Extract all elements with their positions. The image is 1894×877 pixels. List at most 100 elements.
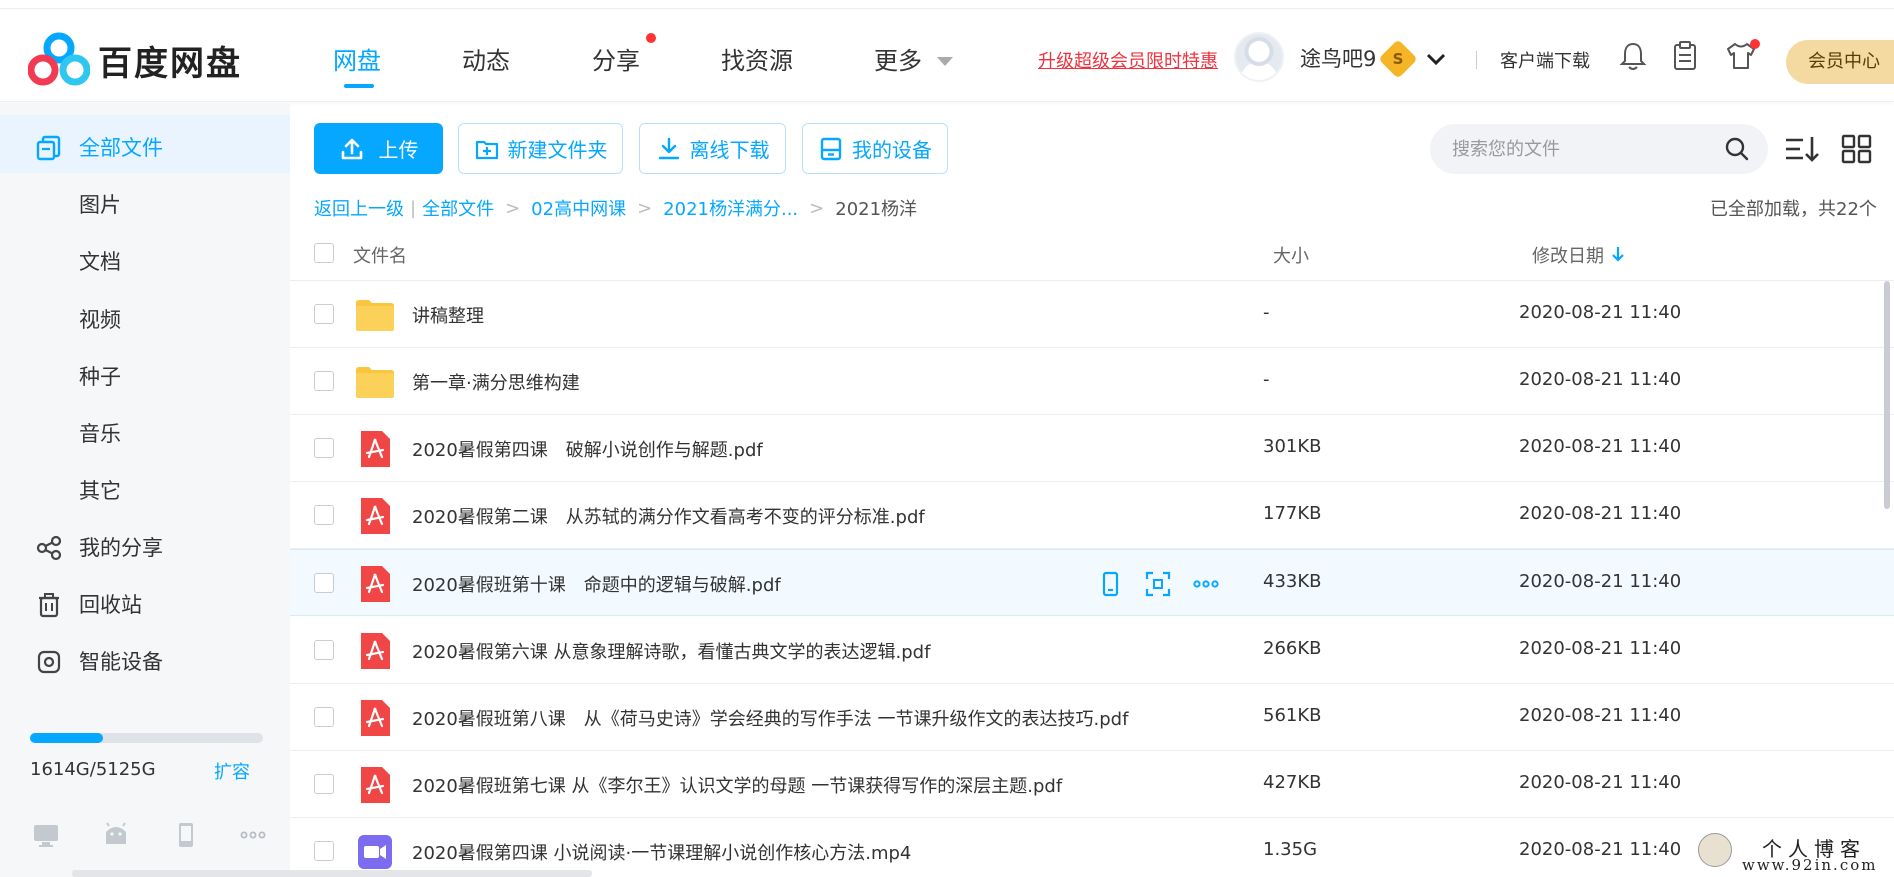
table-row[interactable]: 2020暑假第四课 破解小说创作与解题.pdf 301KB 2020-08-21… [290, 415, 1894, 482]
more-actions-icon[interactable] [1192, 570, 1220, 598]
sort-desc-arrow-icon[interactable] [1611, 245, 1625, 263]
sidebar-item-my-shares[interactable]: 我的分享 [79, 532, 163, 562]
storage-quota-fill [30, 733, 104, 743]
table-row[interactable]: 2020暑假第四课 小说阅读·一节课理解小说创作核心方法.mp4 1.35G 2… [290, 818, 1894, 877]
logo[interactable]: 百度网盘 [28, 32, 242, 88]
row-checkbox[interactable] [314, 371, 334, 391]
sidebar-item-all-files[interactable]: 全部文件 [79, 132, 163, 162]
file-name[interactable]: 2020暑假第四课 小说阅读·一节课理解小说创作核心方法.mp4 [412, 839, 911, 865]
new-folder-button[interactable]: 新建文件夹 [458, 123, 623, 174]
nav-share[interactable]: 分享 [592, 41, 640, 76]
table-row[interactable]: 2020暑假第二课 从苏轼的满分作文看高考不变的评分标准.pdf 177KB 2… [290, 482, 1894, 549]
file-name[interactable]: 第一章·满分思维构建 [412, 369, 580, 395]
file-name[interactable]: 2020暑假班第八课 从《荷马史诗》学会经典的写作手法 一节课升级作文的表达技巧… [412, 705, 1128, 731]
android-icon[interactable] [101, 820, 131, 850]
row-checkbox[interactable] [314, 573, 334, 593]
column-header-name[interactable]: 文件名 [353, 242, 407, 268]
my-devices-button[interactable]: 我的设备 [802, 123, 948, 174]
sidebar-item-smart-devices[interactable]: 智能设备 [79, 646, 163, 676]
top-edge [0, 0, 1894, 9]
nav-netdisk[interactable]: 网盘 [333, 41, 381, 76]
breadcrumb-item[interactable]: 02高中网课 [531, 195, 626, 221]
file-name[interactable]: 2020暑假第六课 从意象理解诗歌，看懂古典文学的表达逻辑.pdf [412, 638, 930, 664]
storage-quota-bar [30, 733, 263, 743]
select-all-checkbox[interactable] [314, 243, 334, 263]
sidebar-item-other[interactable]: 其它 [79, 475, 121, 505]
file-size: 427KB [1263, 772, 1322, 793]
table-row[interactable]: 第一章·满分思维构建 - 2020-08-21 11:40 [290, 348, 1894, 415]
blog-watermark: 个人博客 www.92in.com [1698, 833, 1894, 877]
row-checkbox[interactable] [314, 438, 334, 458]
file-modified-date: 2020-08-21 11:40 [1519, 705, 1682, 726]
vip-badge-label: S [1392, 50, 1404, 68]
breadcrumb-item[interactable]: 2021杨洋满分... [663, 195, 798, 221]
sidebar-item-images[interactable]: 图片 [79, 189, 121, 219]
table-row[interactable]: 2020暑假班第七课 从《李尔王》认识文学的母题 一节课获得写作的深层主题.pd… [290, 751, 1894, 818]
nav-activity[interactable]: 动态 [462, 41, 510, 76]
nav-more-caret-icon[interactable] [937, 57, 953, 66]
breadcrumb-back-link[interactable]: 返回上一级 [314, 195, 404, 221]
scan-share-icon[interactable] [1144, 570, 1172, 598]
phone-icon[interactable] [171, 820, 201, 850]
file-name[interactable]: 2020暑假班第十课 命题中的逻辑与破解.pdf [412, 571, 781, 597]
pdf-file-icon [361, 566, 390, 602]
member-center-button[interactable]: 会员中心 [1786, 40, 1894, 84]
file-name[interactable]: 2020暑假班第七课 从《李尔王》认识文学的母题 一节课获得写作的深层主题.pd… [412, 772, 1062, 798]
row-checkbox[interactable] [314, 707, 334, 727]
file-size: 177KB [1263, 503, 1322, 524]
row-checkbox[interactable] [314, 505, 334, 525]
file-size: 266KB [1263, 638, 1322, 659]
expand-storage-link[interactable]: 扩容 [214, 758, 250, 784]
search-input[interactable] [1452, 124, 1712, 174]
send-to-phone-icon[interactable] [1096, 570, 1124, 598]
sort-list-icon[interactable] [1783, 132, 1821, 166]
sidebar-item-recycle-bin[interactable]: 回收站 [79, 589, 142, 619]
breadcrumb-all-files-link[interactable]: 全部文件 [422, 195, 494, 221]
vip-promo-link[interactable]: 升级超级会员限时特惠 [1038, 47, 1218, 73]
clipboard-icon[interactable] [1668, 39, 1702, 73]
sidebar-item-torrents[interactable]: 种子 [79, 361, 121, 391]
horizontal-scrollbar[interactable] [72, 870, 592, 877]
upload-button-label: 上传 [378, 138, 419, 162]
smart-device-icon [37, 650, 61, 674]
nav-more[interactable]: 更多 [874, 41, 922, 76]
file-name[interactable]: 讲稿整理 [412, 302, 484, 328]
offline-download-button[interactable]: 离线下载 [639, 123, 786, 174]
nav-find-resources[interactable]: 找资源 [721, 41, 793, 76]
grid-view-icon[interactable] [1838, 132, 1876, 166]
pdf-file-icon [361, 767, 390, 803]
row-checkbox[interactable] [314, 774, 334, 794]
table-row[interactable]: 2020暑假班第八课 从《荷马史诗》学会经典的写作手法 一节课升级作文的表达技巧… [290, 684, 1894, 751]
pdf-file-icon [361, 498, 390, 534]
header: 百度网盘 网盘 动态 分享 找资源 更多 升级超级会员限时特惠 途鸟吧9 S 客… [0, 9, 1894, 102]
user-avatar[interactable] [1234, 32, 1284, 82]
table-row-hovered[interactable]: 2020暑假班第十课 命题中的逻辑与破解.pdf 433KB 2020-08-2… [290, 549, 1894, 616]
file-name[interactable]: 2020暑假第四课 破解小说创作与解题.pdf [412, 436, 763, 462]
sidebar-item-documents[interactable]: 文档 [79, 246, 121, 276]
client-download-link[interactable]: 客户端下载 [1500, 47, 1590, 73]
column-header-size[interactable]: 大小 [1273, 242, 1309, 268]
upload-icon [341, 138, 362, 159]
file-size: - [1263, 302, 1270, 323]
search-icon[interactable] [1724, 136, 1750, 162]
file-size: - [1263, 369, 1270, 390]
more-devices-icon[interactable] [238, 820, 268, 850]
row-checkbox[interactable] [314, 640, 334, 660]
table-row[interactable]: 讲稿整理 - 2020-08-21 11:40 [290, 281, 1894, 348]
row-checkbox[interactable] [314, 841, 334, 861]
vertical-scrollbar[interactable] [1884, 281, 1890, 509]
column-header-modified[interactable]: 修改日期 [1532, 242, 1604, 268]
table-row[interactable]: 2020暑假第六课 从意象理解诗歌，看懂古典文学的表达逻辑.pdf 266KB … [290, 617, 1894, 684]
upload-button[interactable]: 上传 [314, 123, 443, 174]
new-folder-icon [475, 140, 498, 159]
bell-icon[interactable] [1616, 39, 1650, 73]
username[interactable]: 途鸟吧9 [1300, 43, 1376, 73]
file-name[interactable]: 2020暑假第二课 从苏轼的满分作文看高考不变的评分标准.pdf [412, 503, 925, 529]
file-size: 433KB [1263, 571, 1322, 592]
desktop-icon[interactable] [31, 820, 61, 850]
row-checkbox[interactable] [314, 304, 334, 324]
sidebar-item-videos[interactable]: 视频 [79, 304, 121, 334]
user-menu-chevron-down-icon[interactable] [1425, 51, 1447, 67]
sidebar-item-music[interactable]: 音乐 [79, 418, 121, 448]
file-modified-date: 2020-08-21 11:40 [1519, 436, 1682, 457]
